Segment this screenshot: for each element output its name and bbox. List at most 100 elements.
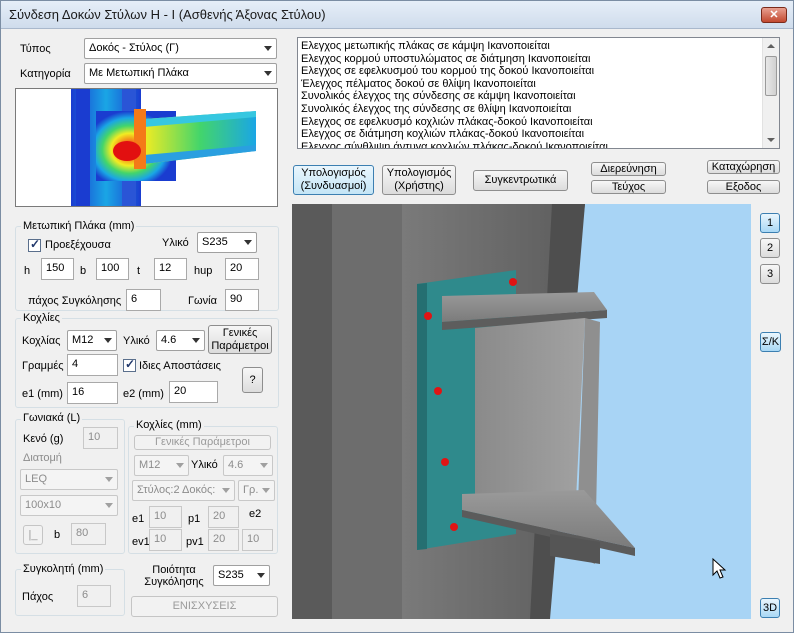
e1-input[interactable]: 16 [67, 382, 118, 404]
bolt-size-value: M12 [72, 334, 94, 346]
results-items: Ελεγχος μετωπικής πλάκας σε κάμψη Ικανοπ… [301, 40, 761, 148]
category-select[interactable]: Με Μετωπική Πλάκα [84, 63, 277, 84]
pv1-input[interactable]: 20 [208, 529, 239, 551]
chevron-down-icon [244, 240, 252, 245]
gap-input[interactable]: 10 [83, 427, 118, 449]
weld-quality-value: S235 [218, 569, 244, 581]
calculate-user-button[interactable]: Υπολογισμός (Χρήστης) [382, 165, 456, 195]
general-parameters-button[interactable]: Γενικές Παράμετροι [208, 325, 272, 354]
angle-bolt-material-select[interactable]: 4.6 [223, 455, 273, 476]
weld-thickness-input-2[interactable]: 6 [77, 585, 111, 607]
dialog-window: Σύνδεση Δοκών Στύλων Η - Ι (Ασθενής Άξον… [0, 0, 794, 633]
column-beam-select[interactable]: Στύλος:2 Δοκός: [132, 480, 235, 501]
result-item[interactable]: Ελεγχος σε διάτμηση κοχλιών πλάκας-δοκού… [301, 128, 761, 141]
angle-bolt-size-select[interactable]: M12 [134, 455, 189, 476]
bolt-material-label: Υλικό [123, 335, 150, 347]
angle-b-label: b [54, 529, 61, 541]
ev1-label: ev1 [132, 536, 150, 548]
gr-value: Γρ. [243, 484, 259, 496]
result-item[interactable]: Συνολικός έλεγχος της σύνδεσης σε κάμψη … [301, 90, 761, 103]
hup-label: hup [194, 265, 213, 277]
category-label: Κατηγορία [20, 68, 71, 80]
bolts-group-title: Κοχλίες [21, 312, 62, 324]
angle-general-parameters-button[interactable]: Γενικές Παράμετροι [134, 435, 271, 450]
results-list[interactable]: Ελεγχος μετωπικής πλάκας σε κάμψη Ικανοπ… [297, 37, 780, 149]
results-scrollbar[interactable] [762, 38, 779, 148]
angle-orientation-button[interactable]: |_ [23, 525, 43, 545]
protruding-checkbox[interactable] [28, 237, 41, 252]
result-item[interactable]: Συνολικός έλεγχος της σύνδεσης σε θλίψη … [301, 103, 761, 116]
protruding-label: Προεξέχουσα [45, 239, 111, 251]
view-1-button[interactable]: 1 [760, 213, 780, 233]
h-input[interactable]: 150 [41, 258, 74, 280]
chevron-down-icon [222, 488, 230, 493]
b-input[interactable]: 100 [96, 258, 129, 280]
same-distances-checkbox[interactable] [123, 357, 136, 372]
scroll-down-icon[interactable] [767, 138, 775, 142]
t-label: t [137, 265, 141, 277]
chevron-down-icon [105, 503, 113, 508]
help-button[interactable]: ? [242, 367, 263, 393]
chevron-down-icon [104, 338, 112, 343]
scroll-up-icon[interactable] [767, 44, 775, 48]
angle-e2-label: e2 [249, 508, 262, 520]
stress-heatmap-graphic [71, 89, 256, 206]
section-size-select[interactable]: 100x10 [20, 495, 118, 516]
angle-b-input[interactable]: 80 [71, 523, 106, 545]
end-plate-group-title: Μετωπική Πλάκα (mm) [21, 220, 137, 232]
calculate-combinations-button[interactable]: Υπολογισμός (Συνδυασμοί) [293, 165, 374, 195]
3d-model-view[interactable] [292, 204, 751, 619]
chevron-down-icon [262, 488, 270, 493]
reinforcements-button[interactable]: ΕΝΙΣΧΥΣΕΙΣ [131, 596, 278, 617]
angles-group-title: Γωνιακά (L) [21, 412, 83, 424]
result-item[interactable]: Ελεγχος κορμού υποστυλώματος σε διάτμηση… [301, 53, 761, 66]
weld-quality-select[interactable]: S235 [213, 565, 270, 586]
booklet-button[interactable]: Τεύχος [591, 180, 666, 194]
chevron-down-icon [260, 463, 268, 468]
t-input[interactable]: 12 [154, 258, 187, 280]
view-3-button[interactable]: 3 [760, 264, 780, 284]
result-item[interactable]: Ελεγχος σύνθλιψη άντυγα κοχλιών πλάκας-δ… [301, 141, 761, 148]
result-item[interactable]: Ελεγχος σε εφελκυσμό κοχλιών πλάκας-δοκο… [301, 116, 761, 129]
angle-input[interactable]: 90 [225, 289, 259, 311]
ev1-input[interactable]: 10 [149, 529, 182, 551]
result-item[interactable]: Έλεγχος πέλματος δοκού σε θλίψη Ικανοποι… [301, 78, 761, 91]
hup-input[interactable]: 20 [225, 258, 259, 280]
rows-input[interactable]: 4 [67, 354, 118, 376]
3d-view-button[interactable]: 3D [760, 598, 780, 618]
chevron-down-icon [176, 463, 184, 468]
bolt-size-select[interactable]: M12 [67, 330, 117, 351]
result-item[interactable]: Ελεγχος σε εφελκυσμού του κορμού της δοκ… [301, 65, 761, 78]
angle-bolt-size-value: M12 [139, 459, 161, 471]
exit-button[interactable]: Εξοδος [707, 180, 780, 194]
type-label: Τύπος [20, 43, 51, 55]
title-bar: Σύνδεση Δοκών Στύλων Η - Ι (Ασθενής Άξον… [1, 1, 793, 29]
register-button[interactable]: Καταχώρηση [707, 160, 780, 174]
section-view-button[interactable]: Σ/Κ [760, 332, 781, 352]
e2-input[interactable]: 20 [169, 381, 218, 403]
gr-select[interactable]: Γρ. [238, 480, 275, 501]
angle-bolts-group-title: Κοχλίες (mm) [134, 419, 204, 431]
view-2-button[interactable]: 2 [760, 238, 780, 258]
plate-material-value: S235 [202, 236, 228, 248]
angle-e2-input[interactable]: 10 [242, 529, 273, 551]
rows-label: Γραμμές [22, 360, 64, 372]
plate-material-select[interactable]: S235 [197, 232, 257, 253]
result-item[interactable]: Ελεγχος μετωπικής πλάκας σε κάμψη Ικανοπ… [301, 40, 761, 53]
type-select[interactable]: Δοκός - Στύλος (Γ) [84, 38, 277, 59]
section-type-value: LEQ [25, 473, 48, 485]
column-beam-value: Στύλος:2 Δοκός: [137, 484, 216, 496]
stress-preview-image [15, 88, 278, 207]
angle-e1-input[interactable]: 10 [149, 506, 182, 528]
bolt-material-select[interactable]: 4.6 [156, 330, 205, 351]
scroll-thumb[interactable] [765, 56, 777, 96]
weld-group-title: Συγκολητή (mm) [21, 563, 106, 575]
pv1-label: pv1 [186, 536, 204, 548]
close-button[interactable]: ✕ [761, 7, 787, 23]
section-type-select[interactable]: LEQ [20, 469, 118, 490]
weld-thickness-input[interactable]: 6 [126, 289, 161, 311]
plate-material-label: Υλικό [162, 237, 189, 249]
explore-button[interactable]: Διερεύνηση [591, 162, 666, 176]
p1-input[interactable]: 20 [208, 506, 239, 528]
summary-button[interactable]: Συγκεντρωτικά [473, 170, 568, 191]
